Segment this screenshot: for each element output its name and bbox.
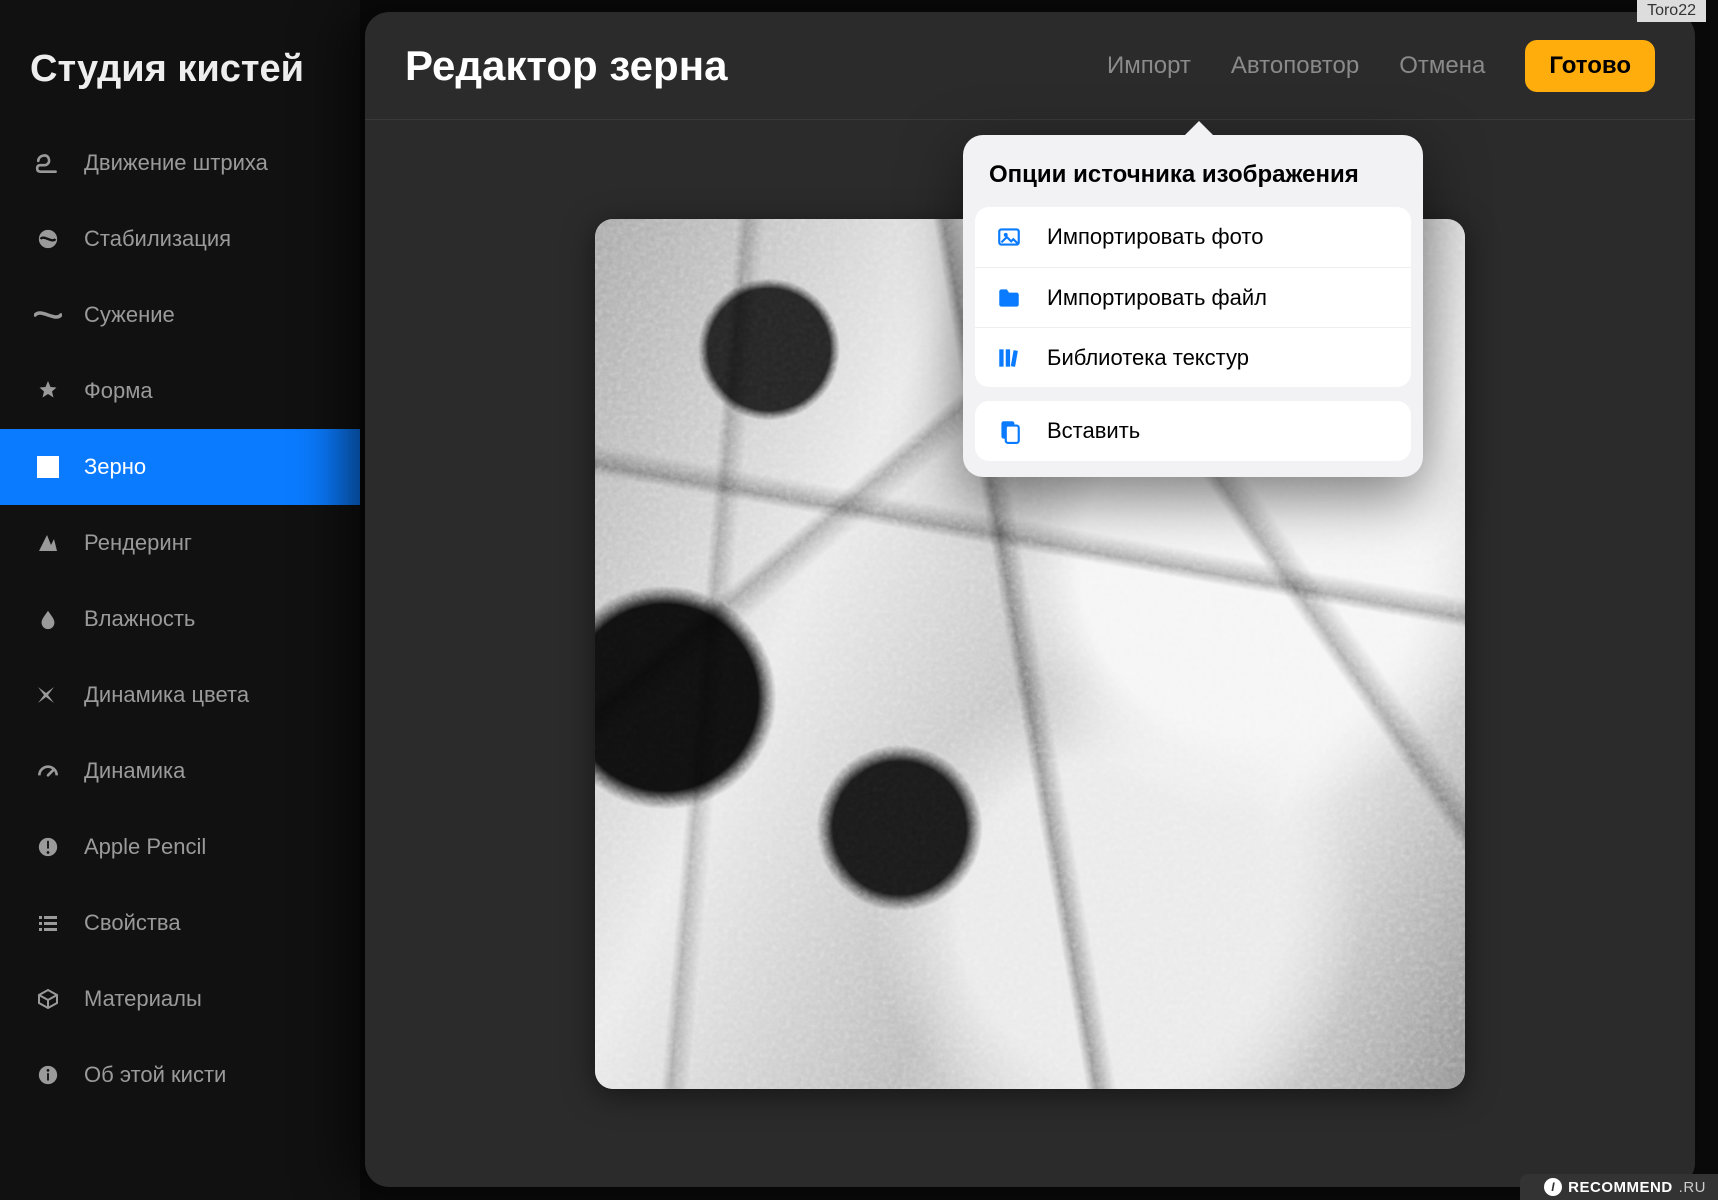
grain-icon bbox=[34, 453, 62, 481]
editor-title: Редактор зерна bbox=[405, 42, 1107, 90]
sidebar-item-label: Свойства bbox=[84, 910, 181, 936]
shape-icon bbox=[34, 377, 62, 405]
cancel-button[interactable]: Отмена bbox=[1399, 52, 1485, 80]
folder-icon bbox=[995, 284, 1023, 312]
popover-item-import-photo[interactable]: Импортировать фото bbox=[975, 207, 1411, 267]
sidebar-item-stroke-path[interactable]: Движение штриха bbox=[0, 125, 360, 201]
sidebar-item-grain[interactable]: Зерно bbox=[0, 429, 360, 505]
brush-studio-sidebar: Студия кистей Движение штриха Стабилизац… bbox=[0, 0, 360, 1200]
sidebar-item-taper[interactable]: Сужение bbox=[0, 277, 360, 353]
popover-title: Опции источника изображения bbox=[963, 135, 1423, 207]
popover-item-label: Импортировать фото bbox=[1047, 224, 1263, 250]
dynamics-icon bbox=[34, 757, 62, 785]
sidebar-item-label: Динамика bbox=[84, 758, 185, 784]
popover-item-label: Импортировать файл bbox=[1047, 285, 1267, 311]
popover-item-texture-library[interactable]: Библиотека текстур bbox=[975, 327, 1411, 387]
watermark-i-icon: I bbox=[1544, 1178, 1562, 1196]
popover-item-import-file[interactable]: Импортировать файл bbox=[975, 267, 1411, 327]
taper-icon bbox=[34, 301, 62, 329]
stroke-path-icon bbox=[34, 149, 62, 177]
sidebar-item-label: Стабилизация bbox=[84, 226, 231, 252]
editor-header: Редактор зерна Импорт Автоповтор Отмена … bbox=[365, 12, 1695, 120]
photo-icon bbox=[995, 223, 1023, 251]
image-source-popover: Опции источника изображения Импортироват… bbox=[963, 135, 1423, 477]
about-icon bbox=[34, 1061, 62, 1089]
sidebar-item-label: Apple Pencil bbox=[84, 834, 206, 860]
sidebar-item-properties[interactable]: Свойства bbox=[0, 885, 360, 961]
sidebar-item-label: Материалы bbox=[84, 986, 202, 1012]
rendering-icon bbox=[34, 529, 62, 557]
sidebar-item-materials[interactable]: Материалы bbox=[0, 961, 360, 1037]
sidebar-item-label: Влажность bbox=[84, 606, 195, 632]
apple-pencil-icon bbox=[34, 833, 62, 861]
stabilization-icon bbox=[34, 225, 62, 253]
watermark-site-strip: I RECOMMEND .RU bbox=[1520, 1174, 1718, 1200]
wetness-icon bbox=[34, 605, 62, 633]
popover-item-label: Вставить bbox=[1047, 418, 1140, 444]
sidebar-item-label: Форма bbox=[84, 378, 153, 404]
sidebar-item-label: Об этой кисти bbox=[84, 1062, 226, 1088]
sidebar-title: Студия кистей bbox=[0, 28, 360, 125]
sidebar-item-rendering[interactable]: Рендеринг bbox=[0, 505, 360, 581]
properties-icon bbox=[34, 909, 62, 937]
color-dynamics-icon bbox=[34, 681, 62, 709]
sidebar-item-color-dynamics[interactable]: Динамика цвета bbox=[0, 657, 360, 733]
sidebar-item-label: Рендеринг bbox=[84, 530, 192, 556]
popover-item-paste[interactable]: Вставить bbox=[975, 401, 1411, 461]
sidebar-item-label: Динамика цвета bbox=[84, 682, 249, 708]
sidebar-item-apple-pencil[interactable]: Apple Pencil bbox=[0, 809, 360, 885]
sidebar-item-dynamics[interactable]: Динамика bbox=[0, 733, 360, 809]
sidebar-item-wetness[interactable]: Влажность bbox=[0, 581, 360, 657]
autorepeat-button[interactable]: Автоповтор bbox=[1231, 52, 1359, 80]
watermark-main: RECOMMEND bbox=[1568, 1179, 1673, 1196]
library-icon bbox=[995, 344, 1023, 372]
import-button[interactable]: Импорт bbox=[1107, 52, 1191, 80]
sidebar-item-label: Движение штриха bbox=[84, 150, 268, 176]
sidebar-item-label: Зерно bbox=[84, 454, 146, 480]
paste-icon bbox=[995, 417, 1023, 445]
sidebar-item-about[interactable]: Об этой кисти bbox=[0, 1037, 360, 1113]
popover-item-label: Библиотека текстур bbox=[1047, 345, 1249, 371]
materials-icon bbox=[34, 985, 62, 1013]
sidebar-item-stabilization[interactable]: Стабилизация bbox=[0, 201, 360, 277]
header-actions: Импорт Автоповтор Отмена Готово bbox=[1107, 40, 1655, 92]
sidebar-item-label: Сужение bbox=[84, 302, 175, 328]
watermark-suffix: .RU bbox=[1679, 1179, 1706, 1196]
done-button[interactable]: Готово bbox=[1525, 40, 1655, 92]
watermark-user-tag: Toro22 bbox=[1637, 0, 1706, 22]
sidebar-item-shape[interactable]: Форма bbox=[0, 353, 360, 429]
